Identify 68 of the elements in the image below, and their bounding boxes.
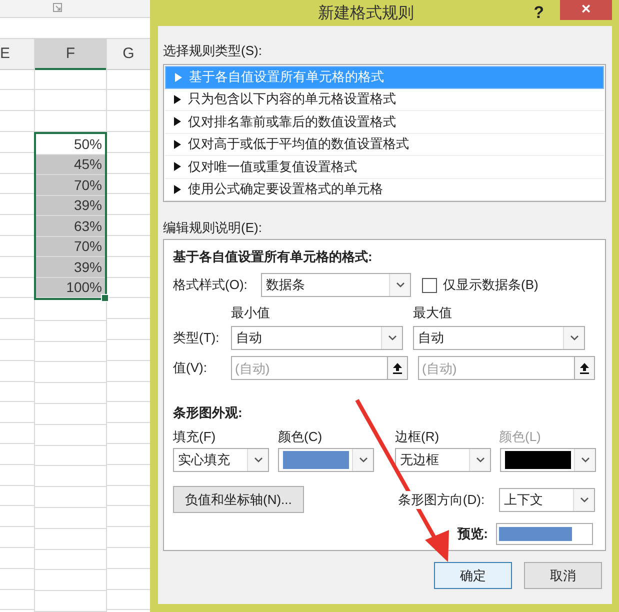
triangle-icon xyxy=(175,72,182,82)
table-cell: 39% xyxy=(36,257,105,278)
table-cell: 70% xyxy=(36,175,105,196)
triangle-icon xyxy=(174,140,181,149)
checkbox[interactable] xyxy=(422,278,437,292)
list-item[interactable]: 只为包含以下内容的单元格设置格式 xyxy=(165,88,604,111)
section-label: 选择规则类型(S): xyxy=(163,42,263,60)
section-heading: 条形图外观: xyxy=(173,404,244,422)
cancel-button[interactable]: 取消 xyxy=(524,562,602,589)
field-label: 类型(T): xyxy=(173,329,220,347)
column-label: 最大值 xyxy=(413,304,453,322)
close-button[interactable]: × xyxy=(560,0,612,20)
chevron-down-icon xyxy=(476,457,484,463)
value-field[interactable]: (自动) xyxy=(231,356,387,380)
column-header[interactable]: E xyxy=(0,38,34,70)
chevron-down-icon xyxy=(254,457,262,463)
chevron-down-icon xyxy=(580,457,590,463)
field-label: 预览: xyxy=(458,525,488,543)
value-field[interactable]: (自动) xyxy=(418,356,574,380)
checkbox-label: 仅显示数据条(B) xyxy=(443,276,538,294)
upload-arrow-icon xyxy=(393,362,402,374)
triangle-icon xyxy=(174,94,181,104)
list-item[interactable]: 仅对高于或低于平均值的数值设置格式 xyxy=(165,134,604,156)
color-dropdown[interactable] xyxy=(278,448,374,472)
section-label: 编辑规则说明(E): xyxy=(163,219,263,237)
section-heading: 基于各自值设置所有单元格的格式: xyxy=(173,248,374,266)
triangle-icon xyxy=(174,184,181,194)
chevron-down-icon xyxy=(570,335,578,341)
column-label: 最小值 xyxy=(231,304,271,322)
dialog-launcher-icon xyxy=(53,3,62,12)
table-cell: 63% xyxy=(36,216,105,237)
chevron-down-icon xyxy=(396,282,404,288)
dropdown[interactable]: 实心填充 xyxy=(173,448,269,472)
dropdown[interactable]: 自动 xyxy=(413,326,585,350)
upload-arrow-icon xyxy=(580,362,589,374)
help-button[interactable]: ? xyxy=(534,3,544,23)
field-label: 颜色(C) xyxy=(278,428,324,446)
field-label: 颜色(L) xyxy=(499,428,542,446)
range-select-button[interactable] xyxy=(387,356,408,380)
triangle-icon xyxy=(174,117,181,126)
list-item[interactable]: 仅对排名靠前或靠后的数值设置格式 xyxy=(165,111,604,134)
column-header[interactable]: F xyxy=(35,38,106,70)
column-header[interactable]: G xyxy=(107,38,150,70)
fill-handle[interactable] xyxy=(101,294,109,302)
chevron-down-icon xyxy=(358,457,368,463)
dropdown[interactable]: 上下文 xyxy=(499,488,595,512)
ok-button[interactable]: 确定 xyxy=(434,562,512,589)
table-cell: 39% xyxy=(36,196,105,216)
range-select-button[interactable] xyxy=(574,356,595,380)
color-dropdown[interactable] xyxy=(500,448,596,472)
table-cell: 45% xyxy=(36,154,105,176)
triangle-icon xyxy=(174,162,181,172)
field-label: 边框(R) xyxy=(395,428,440,446)
chevron-down-icon xyxy=(580,496,588,502)
table-cell: 70% xyxy=(36,236,105,258)
dropdown[interactable]: 自动 xyxy=(231,326,403,350)
field-label: 值(V): xyxy=(173,359,208,377)
chevron-down-icon xyxy=(388,335,396,341)
list-item[interactable]: 仅对唯一值或重复值设置格式 xyxy=(165,156,604,178)
field-label: 格式样式(O): xyxy=(173,276,248,294)
list-item[interactable]: 使用公式确定要设置格式的单元格 xyxy=(165,178,604,201)
window-title: 新建格式规则 xyxy=(316,4,415,24)
dropdown[interactable]: 数据条 xyxy=(261,273,411,297)
axis-settings-button[interactable]: 负值和坐标轴(N)... xyxy=(173,486,304,513)
dropdown[interactable]: 无边框 xyxy=(395,448,491,472)
field-label: 填充(F) xyxy=(173,428,217,446)
table-cell: 100% xyxy=(36,278,105,298)
selection-range[interactable]: 50% 45% 70% 39% 63% 70% 39% 100% xyxy=(34,132,107,300)
